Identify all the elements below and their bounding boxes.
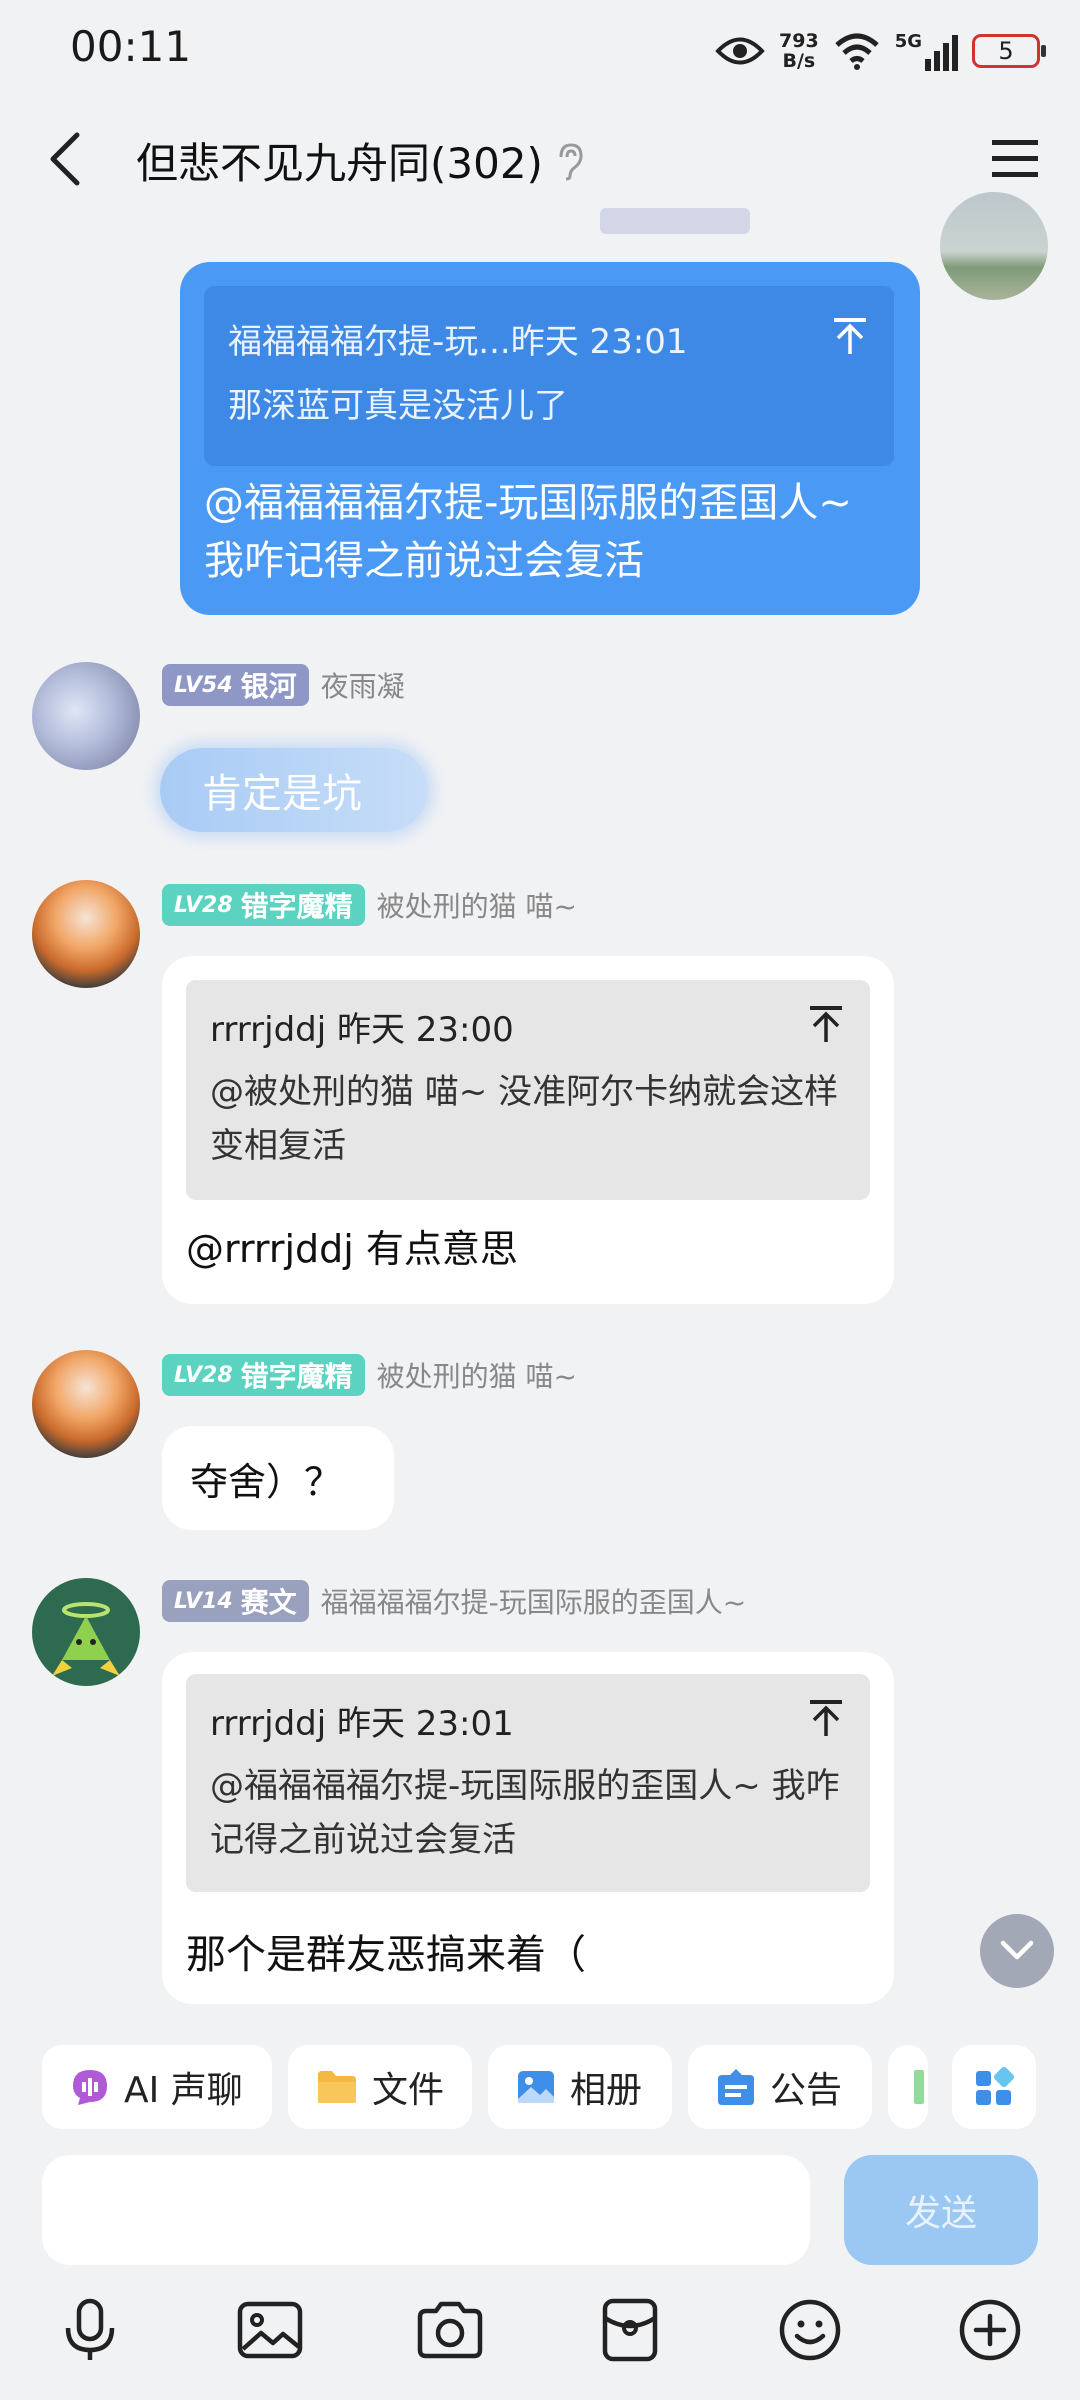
ai-voice-icon	[73, 2070, 107, 2105]
scroll-to-bottom-button[interactable]	[980, 1914, 1054, 1988]
album-icon	[518, 2071, 554, 2103]
jump-to-quote-icon[interactable]	[806, 1698, 846, 1738]
partial-icon	[914, 2070, 924, 2104]
image-button[interactable]	[230, 2290, 310, 2370]
own-avatar[interactable]	[940, 192, 1048, 300]
own-badge-faded	[600, 208, 750, 234]
ear-icon	[559, 142, 583, 180]
chevron-down-icon	[1000, 1940, 1034, 1960]
avatar[interactable]	[32, 880, 140, 988]
chat-header: 但悲不见九舟同(302)	[0, 100, 1080, 220]
menu-button[interactable]	[980, 124, 1050, 194]
quote-text: @被处刑的猫 喵~ 没准阿尔卡纳就会这样变相复活	[210, 1072, 839, 1166]
message-bubble[interactable]: rrrrjddj 昨天 23:01 @福福福福尔提-玩国际服的歪国人~ 我咋记得…	[162, 1652, 894, 2004]
sender-name[interactable]: 被处刑的猫 喵~	[377, 1355, 577, 1395]
level-badge: LV14 赛文	[162, 1580, 309, 1622]
own-message-text: @福福福福尔提-玩国际服的歪国人~ 我咋记得之前说过会复活	[204, 480, 852, 584]
plus-circle-icon	[959, 2299, 1021, 2361]
quote-author-time: rrrrjddj 昨天 23:01	[210, 1704, 514, 1744]
announcement-icon	[718, 2069, 754, 2105]
net-speed: 793 B/s	[779, 30, 819, 72]
message-bubble[interactable]: rrrrjddj 昨天 23:00 @被处刑的猫 喵~ 没准阿尔卡纳就会这样变相…	[162, 956, 894, 1304]
own-message-bubble[interactable]: 福福福福尔提-玩...昨天 23:01 那深蓝可真是没活儿了 @福福福福尔提-玩…	[180, 262, 920, 615]
level-badge: LV28 错字魔精	[162, 884, 365, 926]
message-input[interactable]	[42, 2155, 810, 2265]
sender-meta: LV14 赛文 福福福福尔提-玩国际服的歪国人~	[162, 1580, 746, 1622]
message-text: @rrrrjddj 有点意思	[186, 1227, 518, 1271]
own-quote-text: 那深蓝可真是没活儿了	[228, 386, 568, 426]
level-badge: LV54 银河	[162, 664, 309, 706]
battery-indicator: 5	[972, 34, 1046, 68]
quick-action-bar: AI 声聊 文件 相册 公告	[0, 2025, 1080, 2155]
sender-meta: LV28 错字魔精 被处刑的猫 喵~	[162, 1354, 577, 1396]
voice-button[interactable]	[50, 2290, 130, 2370]
camera-button[interactable]	[410, 2290, 490, 2370]
apps-grid-icon	[976, 2067, 1014, 2105]
emoji-button[interactable]	[770, 2290, 850, 2370]
message-text: 那个是群友恶搞来着（	[186, 1932, 586, 1978]
ai-voice-chat-button[interactable]: AI 声聊	[42, 2045, 272, 2129]
chevron-left-icon	[50, 132, 80, 186]
message-text: 夺舍）？	[190, 1459, 343, 1504]
folder-icon	[318, 2071, 356, 2103]
avatar[interactable]	[32, 1350, 140, 1458]
more-button[interactable]	[950, 2290, 1030, 2370]
sender-name[interactable]: 被处刑的猫 喵~	[377, 885, 577, 925]
send-button[interactable]: 发送	[844, 2155, 1038, 2265]
apps-button[interactable]	[952, 2045, 1036, 2129]
quoted-message[interactable]: rrrrjddj 昨天 23:00 @被处刑的猫 喵~ 没准阿尔卡纳就会这样变相…	[186, 980, 870, 1200]
message-bubble[interactable]: 肯定是坑	[160, 748, 428, 832]
red-packet-button[interactable]	[590, 2290, 670, 2370]
clock: 00:11	[70, 22, 192, 71]
message-text: 肯定是坑	[202, 771, 362, 817]
jump-to-quote-icon[interactable]	[806, 1004, 846, 1044]
level-badge: LV28 错字魔精	[162, 1354, 365, 1396]
own-quote[interactable]: 福福福福尔提-玩...昨天 23:01 那深蓝可真是没活儿了	[204, 286, 894, 466]
jump-to-quote-icon[interactable]	[832, 316, 868, 356]
own-quote-author-time: 福福福福尔提-玩...昨天 23:01	[228, 322, 688, 362]
avatar[interactable]	[32, 1578, 140, 1686]
wifi-icon	[835, 33, 879, 70]
chat-title: 但悲不见九舟同(302)	[136, 130, 585, 191]
notice-button[interactable]: 公告	[688, 2045, 872, 2129]
avatar-illustration	[52, 1602, 120, 1676]
status-bar: 00:11 793 B/s 5G 5	[0, 0, 1080, 100]
group-name: 但悲不见九舟同(302)	[136, 139, 543, 188]
camera-icon	[417, 2301, 483, 2359]
quote-author-time: rrrrjddj 昨天 23:00	[210, 1010, 514, 1050]
quoted-message[interactable]: rrrrjddj 昨天 23:01 @福福福福尔提-玩国际服的歪国人~ 我咋记得…	[186, 1674, 870, 1892]
sender-name[interactable]: 福福福福尔提-玩国际服的歪国人~	[321, 1581, 747, 1621]
microphone-icon	[65, 2298, 115, 2360]
sender-meta: LV28 错字魔精 被处刑的猫 喵~	[162, 884, 577, 926]
red-packet-icon	[602, 2298, 658, 2362]
album-button[interactable]: 相册	[488, 2045, 672, 2129]
status-icons: 793 B/s 5G 5	[715, 24, 1046, 78]
files-button[interactable]: 文件	[288, 2045, 472, 2129]
sender-name[interactable]: 夜雨凝	[321, 665, 405, 705]
image-icon	[237, 2301, 303, 2359]
hamburger-icon	[992, 140, 1038, 177]
smiley-icon	[779, 2299, 841, 2361]
more-chip-partial[interactable]	[888, 2045, 928, 2129]
quote-text: @福福福福尔提-玩国际服的歪国人~ 我咋记得之前说过会复活	[210, 1766, 840, 1860]
cell-signal: 5G	[895, 31, 958, 71]
eye-icon	[715, 37, 765, 65]
avatar[interactable]	[32, 662, 140, 770]
sender-meta: LV54 银河 夜雨凝	[162, 664, 405, 706]
message-bubble[interactable]: 夺舍）？	[162, 1426, 394, 1530]
back-button[interactable]	[30, 124, 100, 194]
